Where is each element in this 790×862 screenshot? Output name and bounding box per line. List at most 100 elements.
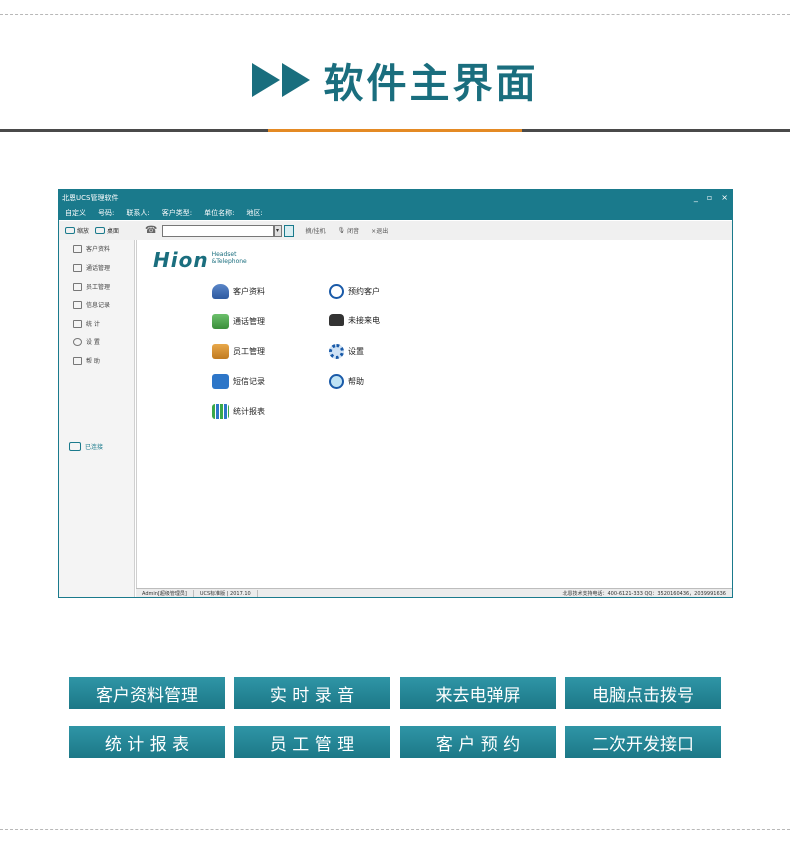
mute-label: 闭音 bbox=[347, 228, 360, 235]
sidebar-item-settings[interactable]: 设 置 bbox=[73, 337, 100, 346]
exit-label: ×退出 bbox=[371, 228, 389, 235]
maximize-button[interactable]: ▫ bbox=[707, 193, 712, 202]
sidebar-item-label: 帮 助 bbox=[86, 358, 100, 365]
clock-icon bbox=[329, 284, 344, 299]
window-title: 北恩UCS管理软件 bbox=[62, 194, 119, 202]
staff-icon bbox=[73, 282, 82, 291]
menu-label: 员工管理 bbox=[233, 347, 265, 356]
envelope-icon bbox=[73, 300, 82, 309]
menu-appointment[interactable]: 预约客户 bbox=[329, 284, 380, 299]
staff-icon bbox=[212, 344, 229, 359]
bar-chart-icon bbox=[212, 404, 229, 419]
top-dashed-divider bbox=[0, 14, 790, 15]
mute-button[interactable]: 🎙 闭音 bbox=[338, 226, 360, 235]
number-field-label: 号码: bbox=[98, 209, 115, 217]
telephone-icon: ☎ bbox=[145, 225, 158, 236]
feature-appointments: 客 户 预 约 bbox=[400, 726, 556, 758]
connection-status-label: 已连接 bbox=[85, 444, 104, 451]
brand-logo: Hion Headset &Telephone bbox=[153, 248, 247, 272]
brand-tagline: Headset &Telephone bbox=[212, 251, 247, 265]
telephone-icon bbox=[329, 314, 344, 326]
customer-icon bbox=[212, 284, 229, 299]
sidebar-item-label: 客户资料 bbox=[86, 246, 111, 253]
sidebar-item-staff[interactable]: 员工管理 bbox=[73, 282, 110, 291]
gear-icon bbox=[329, 344, 344, 359]
menu-stats[interactable]: 统计报表 bbox=[212, 404, 265, 419]
feature-staff-management: 员 工 管 理 bbox=[234, 726, 390, 758]
call-management-icon bbox=[212, 314, 229, 329]
menu-help[interactable]: 帮助 bbox=[329, 374, 364, 389]
banner-title: 软件主界面 bbox=[323, 61, 539, 107]
keypad-icon[interactable] bbox=[283, 224, 294, 237]
custom-filter-label[interactable]: 自定义 bbox=[65, 208, 86, 218]
menu-sms[interactable]: 短信记录 bbox=[212, 374, 265, 389]
menu-label: 通话管理 bbox=[233, 317, 265, 326]
brand-tagline-line-1: Headset bbox=[211, 251, 237, 258]
menu-settings[interactable]: 设置 bbox=[329, 344, 364, 359]
sidebar-item-label: 通话管理 bbox=[86, 265, 111, 272]
sidebar: 客户资料 通话管理 员工管理 信息记录 统 计 设 置 帮 助 已连接 bbox=[59, 240, 135, 597]
menu-label: 预约客户 bbox=[348, 287, 380, 296]
close-button[interactable]: × bbox=[721, 193, 728, 202]
customer-type-label: 客户类型: bbox=[161, 209, 193, 217]
dial-dropdown-button[interactable]: ▾ bbox=[273, 224, 282, 237]
menu-label: 短信记录 bbox=[233, 377, 265, 386]
sidebar-item-messages[interactable]: 信息记录 bbox=[73, 300, 110, 309]
brand-tagline-line-2: &Telephone bbox=[211, 258, 247, 265]
exit-button[interactable]: ×退出 bbox=[371, 226, 388, 235]
menu-label: 未接来电 bbox=[348, 315, 380, 325]
monitor-icon bbox=[69, 442, 81, 451]
contact-field-label: 联系人: bbox=[126, 209, 150, 217]
menu-label: 帮助 bbox=[348, 377, 364, 386]
status-support: 北恩技术支持电话：400-6121-333 QQ：3520160436，2039… bbox=[562, 590, 726, 597]
region-label: 地区: bbox=[246, 209, 263, 217]
customer-file-icon bbox=[73, 244, 82, 253]
window-titlebar: 北恩UCS管理软件 _ ▫ × 自定义 号码: 联系人: 客户类型: 单位名称:… bbox=[59, 190, 732, 220]
menu-staff[interactable]: 员工管理 bbox=[212, 344, 265, 359]
hangup-label: 摘/挂机 bbox=[305, 228, 326, 235]
envelope-icon bbox=[212, 374, 229, 389]
feature-customer-management: 客户资料管理 bbox=[69, 677, 225, 709]
sidebar-item-stats[interactable]: 统 计 bbox=[73, 319, 100, 328]
window-controls: _ ▫ × bbox=[694, 193, 728, 202]
menu-missed-calls[interactable]: 未接来电 bbox=[329, 314, 380, 326]
feature-caller-popup: 来去电弹屏 bbox=[400, 677, 556, 709]
menu-calls[interactable]: 通话管理 bbox=[212, 314, 265, 329]
gear-icon bbox=[73, 337, 82, 346]
sidebar-item-customer[interactable]: 客户资料 bbox=[73, 244, 110, 253]
menu-label: 客户资料 bbox=[233, 287, 265, 296]
zoom-label: 缩放 bbox=[77, 228, 90, 235]
company-name-label: 单位名称: bbox=[204, 209, 235, 217]
status-bar: Admin[超级管理员] UCS标准版 | 2017.10 北恩技术支持电话：4… bbox=[136, 588, 732, 597]
microphone-icon: 🎙 bbox=[337, 227, 346, 234]
magnifier-icon bbox=[329, 374, 344, 389]
phone-icon bbox=[73, 263, 82, 272]
connection-status-logo: 已连接 bbox=[69, 442, 103, 451]
desktop-label: 桌面 bbox=[107, 228, 120, 235]
desktop-button[interactable]: 桌面 bbox=[95, 226, 119, 235]
zoom-button[interactable]: 缩放 bbox=[65, 226, 89, 235]
sidebar-item-label: 设 置 bbox=[86, 339, 100, 346]
sidebar-item-label: 员工管理 bbox=[86, 284, 111, 291]
status-user: Admin[超级管理员] bbox=[136, 589, 194, 597]
main-panel: Hion Headset &Telephone 客户资料 通话管理 员工管理 短… bbox=[136, 240, 732, 588]
sidebar-item-help[interactable]: 帮 助 bbox=[73, 356, 100, 365]
dial-number-input[interactable] bbox=[161, 224, 274, 237]
window-toolbar: 缩放 桌面 ☎ ▾ 摘/挂机 🎙 闭音 ×退出 bbox=[59, 221, 732, 240]
app-window: 北恩UCS管理软件 _ ▫ × 自定义 号码: 联系人: 客户类型: 单位名称:… bbox=[58, 189, 733, 598]
search-fields-row: 自定义 号码: 联系人: 客户类型: 单位名称: 地区: bbox=[65, 208, 263, 218]
bottom-dashed-divider bbox=[0, 829, 790, 830]
brand-name: Hion bbox=[153, 248, 209, 272]
feature-live-recording: 实 时 录 音 bbox=[234, 677, 390, 709]
sidebar-item-label: 信息记录 bbox=[86, 302, 111, 309]
hangup-button[interactable]: 摘/挂机 bbox=[306, 226, 326, 235]
sidebar-item-calls[interactable]: 通话管理 bbox=[73, 263, 110, 272]
minimize-button[interactable]: _ bbox=[694, 193, 698, 202]
feature-statistics: 统 计 报 表 bbox=[69, 726, 225, 758]
menu-customer[interactable]: 客户资料 bbox=[212, 284, 265, 299]
bar-chart-icon bbox=[73, 319, 82, 328]
zoom-icon bbox=[65, 227, 75, 234]
feature-click-to-dial: 电脑点击拨号 bbox=[565, 677, 721, 709]
banner-rule-accent bbox=[268, 129, 522, 132]
feature-api: 二次开发接口 bbox=[565, 726, 721, 758]
